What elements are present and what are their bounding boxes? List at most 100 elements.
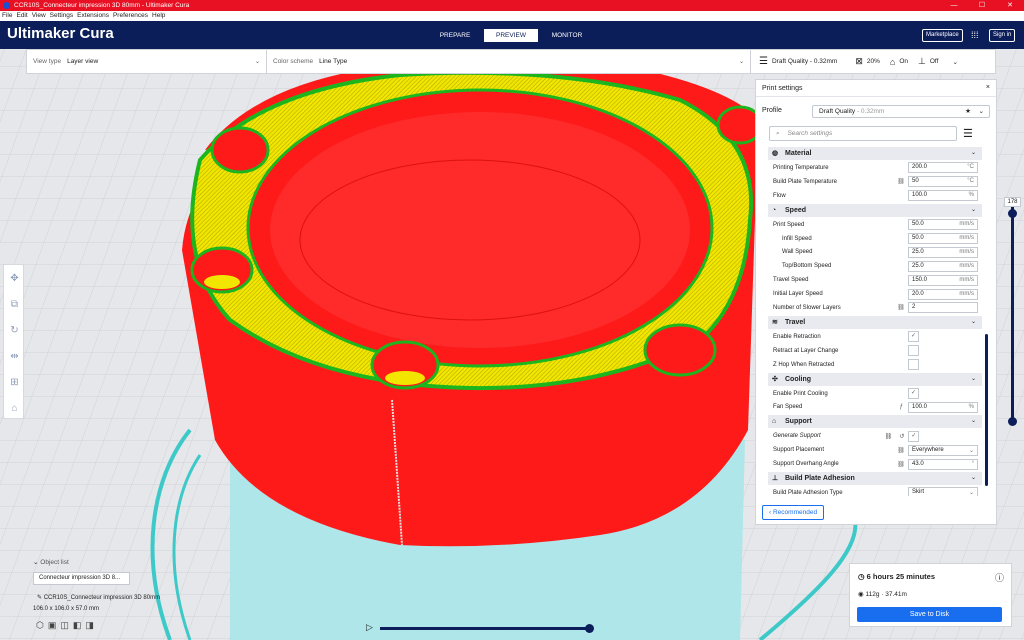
save-to-disk-button[interactable]: Save to Disk [857, 607, 1002, 622]
setting-input[interactable]: 150.0 mm/s [908, 274, 978, 286]
setting-input[interactable]: 25.0 mm/s [908, 260, 978, 272]
search-input[interactable]: ⌕ Search settings [769, 126, 957, 141]
left-view-icon[interactable]: ◧ [73, 620, 82, 631]
scale-tool-icon[interactable]: ⧉ [4, 291, 25, 317]
setting-row: Enable Retraction ✓ [768, 330, 982, 344]
settings-scrollbar[interactable] [985, 334, 988, 486]
view-type-select[interactable]: View type Layer view ⌄ [27, 50, 267, 73]
checkbox[interactable]: ✓ [908, 388, 919, 400]
apps-grid-icon[interactable]: ⁞⁞⁞ [971, 30, 979, 40]
checkbox[interactable]: ✓ [908, 331, 919, 343]
minimize-button[interactable]: — [940, 0, 968, 11]
menu-bar: File Edit View Settings Extensions Prefe… [0, 11, 1024, 21]
object-list-toggle[interactable]: ⌄ Object list [33, 558, 69, 566]
layer-slider-track[interactable] [1011, 200, 1014, 424]
setting-label: Wall Speed [782, 249, 813, 256]
link-icon[interactable]: ⛓ [894, 304, 908, 311]
category-cooling[interactable]: ✣ Cooling ⌄ [768, 372, 982, 386]
checkbox[interactable] [908, 359, 919, 371]
info-icon[interactable]: ⓘ [995, 571, 1004, 584]
link-icon[interactable]: ⛓ [894, 447, 908, 454]
link-icon[interactable]: ⛓ [894, 178, 908, 185]
object-list-title: Object list [40, 559, 69, 566]
support-blocker-icon[interactable]: ⌂ [4, 395, 25, 421]
per-model-settings-icon[interactable]: ⊞ [4, 369, 25, 395]
panel-title: Print settings [762, 85, 803, 92]
pencil-icon[interactable]: ✎ [37, 595, 42, 601]
reset-icon[interactable]: ↺ [895, 433, 908, 440]
settings-menu-icon[interactable]: ☰ [963, 127, 973, 140]
setting-unit: mm/s [959, 262, 974, 269]
rotate-tool-icon[interactable]: ↻ [4, 317, 25, 343]
settings-list: ◍ Material ⌄ Printing Temperature 200.0 °C B… [768, 146, 982, 496]
setting-value: 20.0 [912, 290, 924, 297]
checkbox[interactable] [908, 345, 919, 357]
sign-in-button[interactable]: Sign in [989, 29, 1016, 42]
category-material[interactable]: ◍ Material ⌄ [768, 147, 982, 160]
setting-value: 150.0 [912, 276, 928, 283]
tab-preview[interactable]: PREVIEW [484, 29, 538, 42]
setting-row: Print Speed 50.0 mm/s [768, 218, 982, 232]
link-icon[interactable]: ⛓ [882, 433, 895, 440]
setting-input[interactable]: 50 °C [908, 176, 978, 188]
tab-prepare[interactable]: PREPARE [428, 29, 482, 42]
marketplace-button[interactable]: Marketplace [922, 29, 963, 42]
menu-view[interactable]: View [32, 11, 46, 21]
setting-unit: mm/s [959, 276, 974, 283]
right-view-icon[interactable]: ◨ [85, 620, 94, 631]
chevron-down-icon: ⌄ [968, 490, 974, 496]
setting-input[interactable]: 50.0 mm/s [908, 219, 978, 231]
mirror-tool-icon[interactable]: ⇹ [4, 343, 25, 369]
setting-input[interactable]: 100.0% [908, 190, 978, 202]
print-setup-selector[interactable]: ☰ Draft Quality - 0.32mm ⊠ 20% ⌂ On ⊥ Of… [751, 56, 958, 67]
setting-label: Initial Layer Speed [773, 291, 823, 298]
close-icon[interactable]: × [986, 84, 990, 91]
category-adhesion[interactable]: ⊥ Build Plate Adhesion ⌄ [768, 472, 982, 486]
layer-slider-bottom-handle[interactable] [1008, 417, 1017, 426]
maximize-button[interactable]: ☐ [968, 0, 996, 11]
function-icon[interactable]: ƒ [894, 404, 908, 410]
layer-slider-top-handle[interactable] [1008, 209, 1017, 218]
object-list-item[interactable]: Connecteur impression 3D 8... [33, 572, 130, 585]
tab-monitor[interactable]: MONITOR [540, 29, 594, 42]
path-slider-track[interactable] [380, 627, 590, 630]
setting-input[interactable]: 200.0 °C [908, 162, 978, 174]
link-icon[interactable]: ⛓ [894, 461, 908, 468]
setting-value: 50.0 [912, 235, 924, 241]
setting-select[interactable]: Everywhere ⌄ [908, 444, 978, 456]
setting-row: Build Plate Temperature ⛓ 50 °C [768, 175, 982, 189]
setting-input[interactable]: 20.0 mm/s [908, 288, 978, 300]
menu-help[interactable]: Help [152, 11, 165, 21]
play-icon[interactable]: ▷ [366, 622, 373, 633]
sliders-icon: ☰ [759, 56, 768, 67]
path-slider-handle[interactable] [585, 624, 594, 633]
move-tool-icon[interactable]: ✥ [4, 265, 25, 291]
category-travel[interactable]: ≋ Travel ⌄ [768, 315, 982, 329]
menu-settings[interactable]: Settings [50, 11, 74, 21]
setting-label: Travel Speed [773, 277, 809, 284]
3d-view-icon[interactable]: ⬡ [36, 620, 44, 631]
profile-select[interactable]: Draft Quality - 0.32mm ★ ⌄ [812, 105, 990, 118]
recommended-button[interactable]: ‹ Recommended [762, 505, 825, 520]
chevron-down-icon: ⌄ [968, 447, 974, 454]
setting-input[interactable]: 25.0 mm/s [908, 246, 978, 258]
star-icon[interactable]: ★ [965, 107, 971, 115]
category-support[interactable]: ⌂ Support ⌄ [768, 415, 982, 429]
color-scheme-select[interactable]: Color scheme Line Type ⌄ [267, 50, 751, 73]
menu-preferences[interactable]: Preferences [113, 11, 148, 21]
menu-extensions[interactable]: Extensions [77, 11, 109, 21]
setting-select[interactable]: Skirt ⌄ [908, 487, 978, 496]
setting-input[interactable]: 50.0 mm/s [908, 233, 978, 244]
category-speed[interactable]: ◔ Speed ⌄ [768, 203, 982, 217]
front-view-icon[interactable]: ▣ [48, 620, 57, 631]
setting-label: Flow [773, 192, 786, 199]
close-window-button[interactable]: ✕ [996, 0, 1024, 11]
setting-input[interactable]: 43.0 ° [908, 458, 978, 470]
checkbox[interactable]: ✓ [908, 430, 920, 442]
layer-number-input[interactable]: 178 [1004, 197, 1021, 207]
top-view-icon[interactable]: ◫ [60, 620, 69, 631]
menu-file[interactable]: File [2, 11, 12, 21]
setting-input[interactable]: 2 [908, 302, 978, 314]
menu-edit[interactable]: Edit [16, 11, 27, 21]
setting-input[interactable]: 100.0% [908, 401, 978, 413]
